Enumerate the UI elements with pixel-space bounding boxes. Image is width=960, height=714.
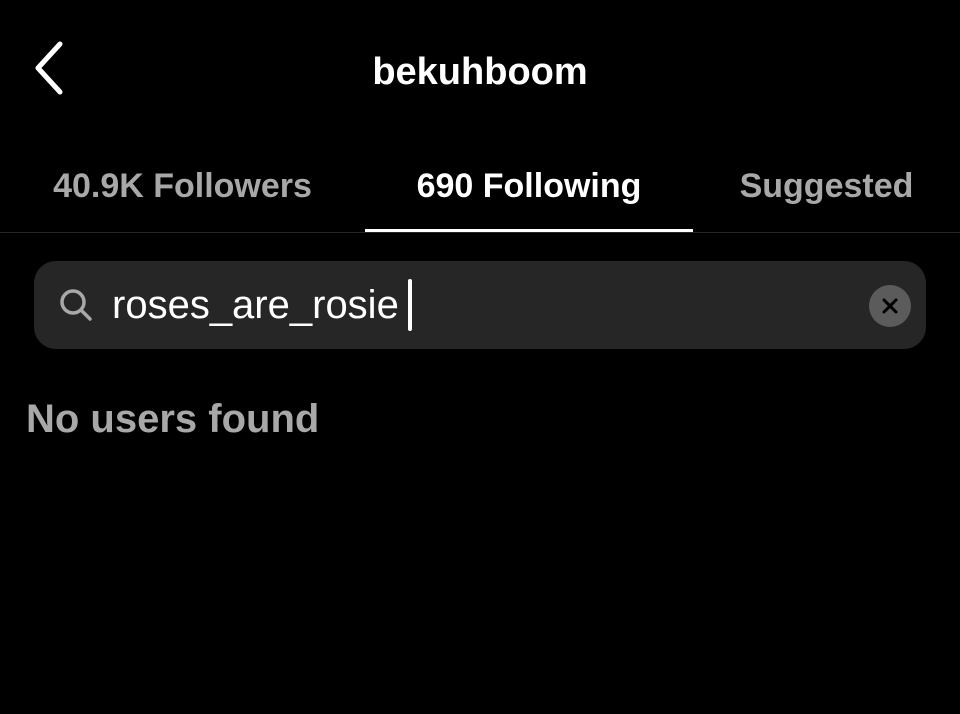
tab-following[interactable]: 690 Following — [365, 140, 693, 232]
no-results-message: No users found — [26, 397, 320, 441]
search-icon — [60, 289, 92, 321]
active-tab-indicator — [365, 229, 693, 232]
clear-icon — [882, 298, 898, 314]
tab-followers[interactable]: 40.9K Followers — [0, 140, 365, 232]
text-cursor — [408, 279, 412, 331]
search-input[interactable] — [112, 272, 852, 338]
top-bar: bekuhboom — [0, 0, 960, 140]
clear-search-button[interactable] — [869, 285, 911, 327]
page-title: bekuhboom — [372, 51, 588, 93]
tab-suggested[interactable]: Suggested — [693, 140, 960, 232]
follow-tabs: 40.9K Followers 690 Following Suggested — [0, 140, 960, 233]
